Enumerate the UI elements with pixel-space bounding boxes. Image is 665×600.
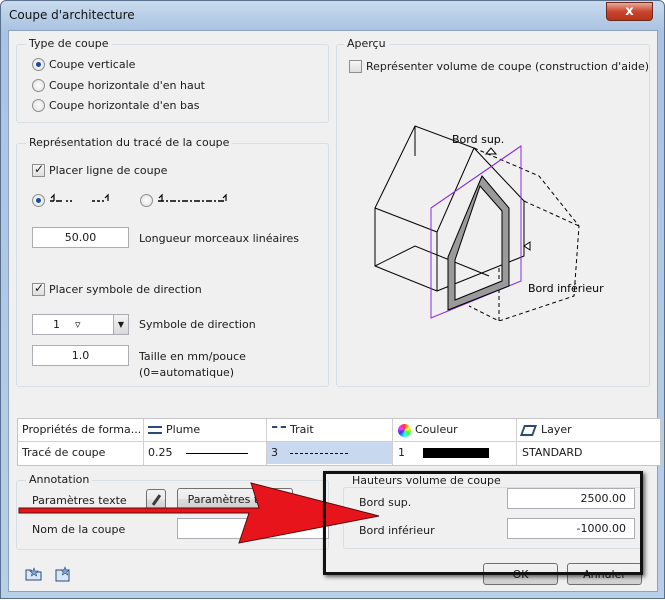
dialog-window: Coupe d'architecture x Type de coupe Cou… — [0, 0, 665, 599]
highlight-box — [323, 471, 643, 575]
